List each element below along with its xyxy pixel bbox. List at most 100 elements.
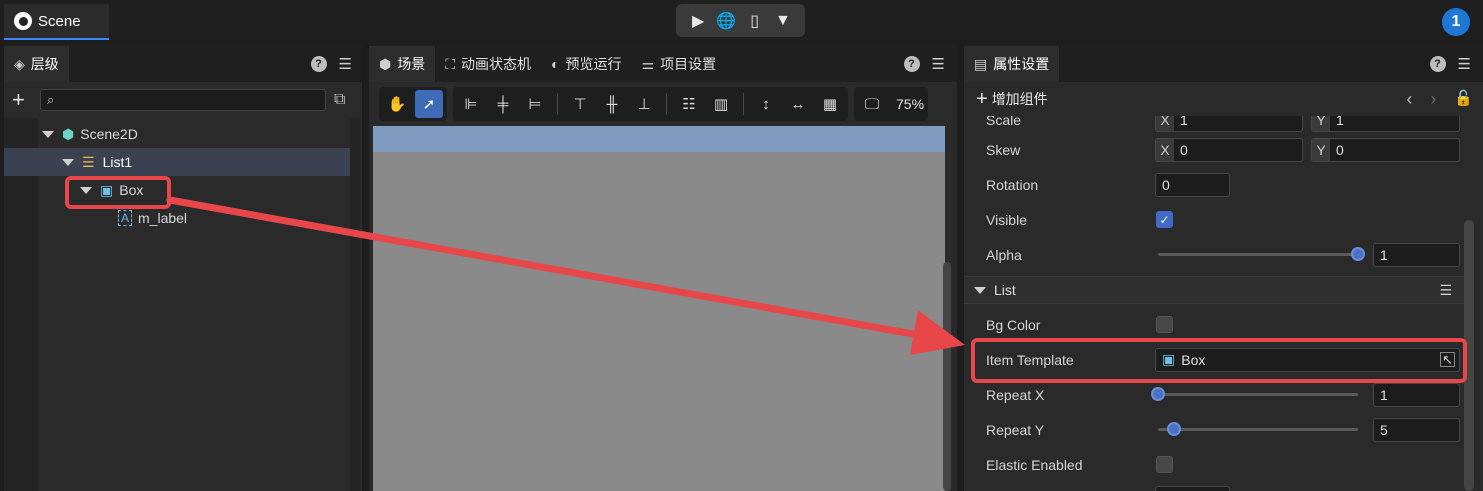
elastic-checkbox[interactable] [1156, 456, 1173, 473]
notification-badge[interactable]: 1 [1442, 8, 1470, 36]
skew-x-field[interactable]: X0 [1155, 137, 1303, 162]
cube-icon: ⬢ [62, 125, 75, 142]
align-bottom-icon[interactable]: ⊥ [630, 90, 658, 118]
dropdown-caret-icon[interactable]: ▼ [772, 12, 794, 30]
distribute-v-icon[interactable]: ☷ [675, 90, 703, 118]
repeat-x-input[interactable]: 1 [1373, 382, 1460, 407]
repeat-x-slider-knob[interactable] [1151, 387, 1165, 401]
prop-row-rotation: Rotation 0 [964, 167, 1466, 202]
scale-y-field[interactable]: Y1 [1311, 116, 1460, 132]
tree-node-list1[interactable]: ☰ List1 [4, 148, 350, 176]
expand-arrow-icon[interactable] [62, 158, 74, 166]
plus-icon: + [976, 87, 988, 110]
section-list[interactable]: List ☰ [964, 276, 1466, 304]
properties-icon: ▤ [974, 55, 988, 72]
repeat-y-input[interactable]: 5 [1373, 417, 1460, 442]
globe-icon[interactable]: 🌐 [715, 11, 737, 31]
prop-label: Rotation [986, 176, 1039, 193]
properties-body: Scale X1 Y1 Skew X0 Y0 Rotation 0 Visibl… [964, 116, 1483, 491]
align-left-icon[interactable]: ⊫ [457, 90, 485, 118]
screen-icon[interactable]: 🖵 [858, 90, 886, 118]
same-width-icon[interactable]: ↔ [784, 90, 812, 118]
prop-label: Scale [986, 116, 1022, 128]
tab-scene[interactable]: ⬢ 场景 [369, 46, 436, 82]
tab-project-settings[interactable]: ⚌ 项目设置 [632, 46, 727, 82]
hierarchy-scrollbar[interactable] [350, 118, 360, 491]
axis-label: Y [1312, 138, 1330, 161]
tab-scene-label: 场景 [397, 56, 426, 72]
tab-animator-label: 动画状态机 [461, 56, 532, 72]
menu-icon[interactable]: ☰ [339, 55, 352, 73]
add-component-button[interactable]: + 增加组件 [976, 88, 1048, 111]
align-top-icon[interactable]: ⊤ [566, 90, 594, 118]
toolbar-divider [743, 93, 744, 115]
help-icon[interactable]: ? [903, 56, 920, 72]
align-middle-v-icon[interactable]: ╫ [598, 90, 626, 118]
skew-y-field[interactable]: Y0 [1311, 137, 1460, 162]
help-icon[interactable]: ? [1429, 56, 1446, 72]
alpha-slider-track[interactable] [1158, 253, 1358, 256]
scene-document-tab[interactable]: Scene [4, 4, 109, 40]
same-height-icon[interactable]: ↕ [752, 90, 780, 118]
tab-project-settings-label: 项目设置 [660, 56, 717, 72]
tree-node-scene2d[interactable]: ⬢ Scene2D [4, 120, 350, 148]
scale-x-field[interactable]: X1 [1155, 116, 1303, 132]
tree-node-box[interactable]: ▣ Box [4, 176, 350, 204]
hierarchy-search-input[interactable]: ⌕ [40, 89, 326, 111]
visible-checkbox[interactable]: ✓ [1156, 211, 1173, 228]
axis-label: X [1156, 138, 1174, 161]
help-icon[interactable]: ? [310, 56, 327, 72]
scale-y-value: 1 [1336, 116, 1344, 128]
menu-icon[interactable]: ☰ [1458, 55, 1471, 73]
play-icon[interactable]: ▶ [687, 11, 709, 31]
prop-label: Visible [986, 211, 1027, 228]
tool-group-select: ✋ ➚ [379, 87, 447, 121]
scene-panel: ⬢ 场景 ⛶ 动画状态机 ◐ 预览运行 ⚌ 项目设置 ? ☰ ✋ ➚ ⊫ ╪ ⊨… [369, 44, 957, 491]
expand-arrow-icon[interactable] [42, 130, 54, 138]
scene-scrollbar[interactable] [943, 262, 951, 491]
toolbar-divider [666, 93, 667, 115]
mobile-icon[interactable]: ▯ [744, 11, 766, 31]
hierarchy-toolbar: + ⌕ ⧉ [4, 82, 362, 118]
zoom-level[interactable]: 75% [890, 96, 924, 112]
align-center-h-icon[interactable]: ╪ [489, 90, 517, 118]
properties-header: ▤ 属性设置 ? ☰ [964, 44, 1483, 82]
hand-tool-icon[interactable]: ✋ [383, 90, 411, 118]
hierarchy-header-icons: ? ☰ [310, 46, 352, 82]
prop-row-skew: Skew X0 Y0 [964, 132, 1466, 167]
repeat-y-slider-track[interactable] [1158, 428, 1358, 431]
collapse-all-icon[interactable]: ⧉ [334, 91, 345, 109]
tab-hierarchy[interactable]: ◈ 层级 [4, 46, 69, 82]
tab-animator[interactable]: ⛶ 动画状态机 [435, 46, 541, 82]
grid-icon[interactable]: ▦ [816, 90, 844, 118]
rotation-input[interactable]: 0 [1155, 172, 1230, 197]
list-icon: ☰ [82, 153, 95, 170]
distribute-h-icon[interactable]: ▥ [707, 90, 735, 118]
forward-icon[interactable]: › [1430, 89, 1436, 110]
laya-logo-icon [14, 12, 32, 30]
menu-icon[interactable]: ☰ [932, 55, 945, 73]
tab-properties-label: 属性设置 [993, 56, 1050, 72]
tab-preview[interactable]: ◐ 预览运行 [541, 46, 631, 82]
bgcolor-checkbox[interactable] [1156, 316, 1173, 333]
back-icon[interactable]: ‹ [1406, 89, 1412, 110]
prop-row-elastic: Elastic Enabled [964, 447, 1466, 482]
tab-properties[interactable]: ▤ 属性设置 [964, 46, 1060, 82]
section-list-title: List [994, 282, 1016, 298]
run-controls: ▶ 🌐 ▯ ▼ [676, 4, 805, 37]
alpha-slider-knob[interactable] [1351, 247, 1365, 261]
collapse-arrow-icon[interactable] [974, 286, 986, 294]
pointer-tool-icon[interactable]: ➚ [415, 90, 443, 118]
align-right-icon[interactable]: ⊨ [521, 90, 549, 118]
section-menu-icon[interactable]: ☰ [1439, 282, 1452, 299]
repeat-y-slider-knob[interactable] [1167, 422, 1181, 436]
tab-preview-label: 预览运行 [565, 56, 622, 72]
next-field-partial[interactable] [1155, 486, 1230, 491]
repeat-x-slider-track[interactable] [1158, 393, 1358, 396]
lock-icon[interactable]: 🔓 [1454, 89, 1473, 110]
tree-node-m-label[interactable]: A m_label [4, 204, 350, 232]
alpha-input[interactable]: 1 [1373, 242, 1460, 267]
highlight-box-item-template [971, 338, 1467, 383]
scene-canvas[interactable] [373, 152, 945, 491]
add-node-icon[interactable]: + [12, 87, 32, 113]
